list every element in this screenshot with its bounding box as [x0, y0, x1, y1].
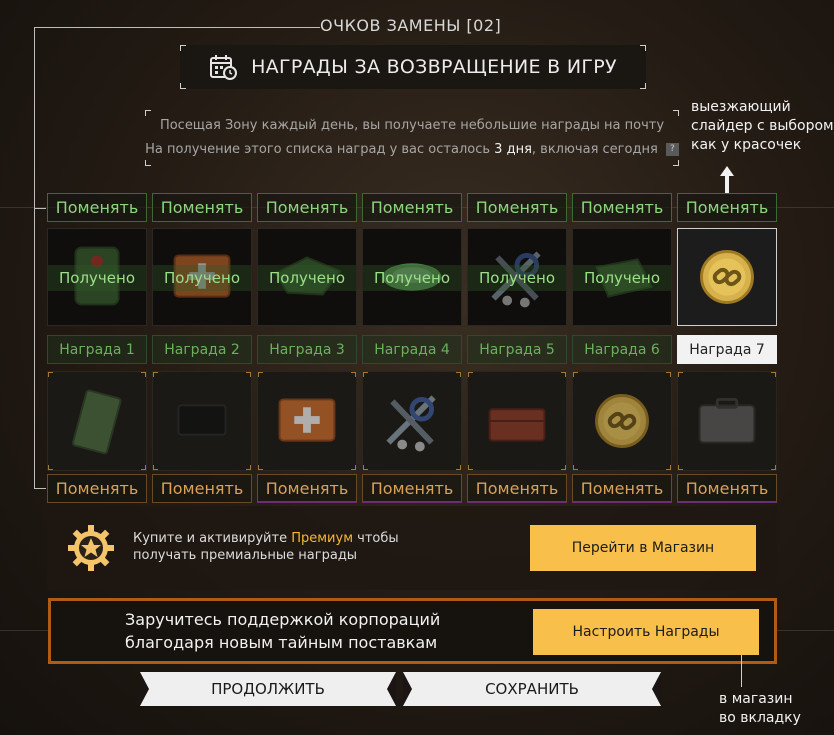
reward-label: Награда 1 [47, 335, 147, 364]
reward-label: Награда 3 [257, 335, 357, 364]
swap-button-premium[interactable]: Поменять [677, 474, 777, 503]
dark-case-icon [177, 404, 227, 436]
slider-note: выезжающий слайдер с выбором как у красо… [691, 99, 834, 153]
title-panel: НАГРАДЫ ЗА ВОЗВРАЩЕНИЕ В ИГРУ [180, 45, 646, 89]
description-panel: Посещая Зону каждый день, вы получаете н… [145, 110, 679, 166]
swap-button-premium[interactable]: Поменять [572, 474, 672, 503]
premium-highlight: Премиум [291, 531, 354, 546]
bandage-pack-icon [72, 389, 122, 455]
swap-button-premium[interactable]: Поменять [152, 474, 252, 503]
swap-button-premium[interactable]: Поменять [47, 474, 147, 503]
swap-button-standard[interactable]: Поменять [677, 193, 777, 222]
days-left: 3 дня [494, 142, 532, 157]
reward-tile[interactable]: Получено [572, 228, 672, 326]
swap-button-premium[interactable]: Поменять [467, 474, 567, 503]
corporation-panel: Заручитесь поддержкой корпораций благода… [48, 598, 777, 664]
reward-tile[interactable]: Получено [467, 228, 567, 326]
reward-tile[interactable]: Получено [362, 228, 462, 326]
gold-coin-icon [700, 250, 754, 304]
swap-points-label: ОЧКОВ ЗАМЕНЫ [02] [320, 16, 502, 35]
premium-reward-tile[interactable] [572, 371, 672, 471]
tools-icon [386, 395, 436, 452]
premium-reward-tile[interactable] [257, 371, 357, 471]
bracket-line [34, 208, 46, 209]
premium-reward-tile[interactable] [467, 371, 567, 471]
premium-reward-tile[interactable] [677, 371, 777, 471]
gold-coin-icon [595, 394, 649, 448]
save-button[interactable]: СОХРАНИТЬ [403, 672, 661, 706]
swap-button-standard[interactable]: Поменять [47, 193, 147, 222]
description-line2: На получение этого списка наград у вас о… [145, 138, 679, 162]
calendar-clock-icon [210, 55, 238, 80]
premium-panel: Купите и активируйте Премиум чтобы получ… [47, 506, 777, 590]
premium-badge-icon [68, 525, 114, 571]
reward-tile[interactable]: Получено [257, 228, 357, 326]
premium-text: Купите и активируйте Премиум чтобы получ… [133, 531, 399, 563]
swap-button-standard[interactable]: Поменять [152, 193, 252, 222]
description-line1: Посещая Зону каждый день, вы получаете н… [159, 118, 665, 133]
swap-button-premium[interactable]: Поменять [362, 474, 462, 503]
swap-button-standard[interactable]: Поменять [572, 193, 672, 222]
received-label: Получено [468, 265, 566, 291]
red-toolbox-icon [488, 408, 546, 442]
swap-button-standard[interactable]: Поменять [257, 193, 357, 222]
bracket-line [34, 27, 320, 28]
bracket-line [34, 488, 46, 489]
annotation-leader-line [741, 655, 742, 687]
arrow-up-icon [720, 166, 734, 194]
swap-button-premium[interactable]: Поменять [257, 474, 357, 503]
received-label: Получено [363, 265, 461, 291]
go-to-shop-button[interactable]: Перейти в Магазин [530, 525, 756, 571]
continue-button[interactable]: ПРОДОЛЖИТЬ [140, 672, 396, 706]
reward-label: Награда 6 [572, 335, 672, 364]
reward-label: Награда 2 [152, 335, 252, 364]
page-title: НАГРАДЫ ЗА ВОЗВРАЩЕНИЕ В ИГРУ [251, 56, 617, 78]
received-label: Получено [258, 265, 356, 291]
reward-tile[interactable] [677, 228, 777, 326]
reward-label: Награда 4 [362, 335, 462, 364]
shop-note: в магазин во вкладку [719, 691, 801, 726]
swap-button-standard[interactable]: Поменять [467, 193, 567, 222]
reward-label: Награда 7 [677, 335, 777, 364]
received-label: Получено [153, 265, 251, 291]
corporation-text: Заручитесь поддержкой корпораций благода… [125, 610, 441, 652]
configure-rewards-button[interactable]: Настроить Награды [533, 609, 759, 655]
swap-button-standard[interactable]: Поменять [362, 193, 462, 222]
premium-reward-tile[interactable] [152, 371, 252, 471]
reward-tile[interactable]: Получено [47, 228, 147, 326]
medkit-orange-icon [278, 398, 336, 442]
bracket-line [34, 27, 35, 488]
premium-reward-tile[interactable] [362, 371, 462, 471]
received-label: Получено [48, 265, 146, 291]
premium-reward-tile[interactable] [47, 371, 147, 471]
grey-case-icon [698, 397, 756, 444]
received-label: Получено [573, 265, 671, 291]
reward-label: Награда 5 [467, 335, 567, 364]
reward-tile[interactable]: Получено [152, 228, 252, 326]
help-icon[interactable]: ? [665, 143, 679, 156]
